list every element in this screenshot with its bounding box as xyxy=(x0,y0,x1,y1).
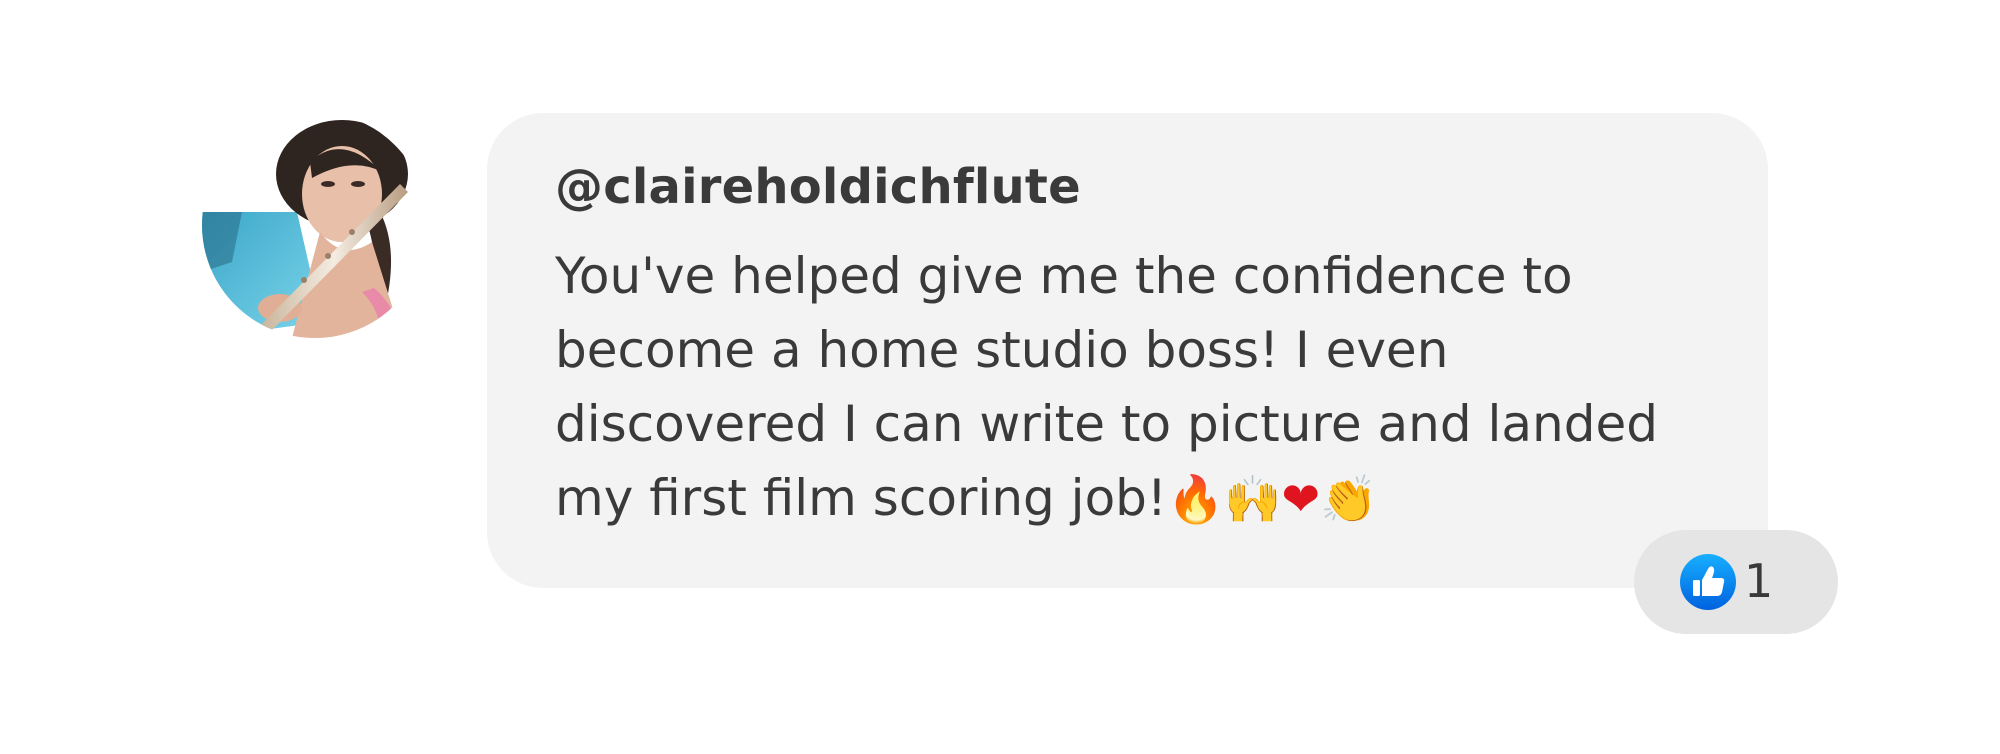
comment-bubble: @claireholdichflute You've helped give m… xyxy=(487,113,1768,588)
reaction-count: 1 xyxy=(1744,554,1774,608)
avatar[interactable] xyxy=(202,112,428,338)
raised-hands-emoji: 🙌 xyxy=(1224,472,1282,526)
fire-emoji: 🔥 xyxy=(1166,472,1225,526)
heart-emoji: ❤ xyxy=(1281,472,1321,526)
comment-author[interactable]: @claireholdichflute xyxy=(555,157,1708,217)
avatar-photo xyxy=(202,112,428,338)
reaction-count-pill[interactable]: 1 xyxy=(1634,530,1838,634)
comment-body: You've helped give me the confidence to … xyxy=(555,247,1658,527)
clapping-hands-emoji: 👏 xyxy=(1320,472,1378,526)
thumbs-up-icon xyxy=(1680,554,1736,610)
comment-text: You've helped give me the confidence to … xyxy=(555,239,1675,536)
comment-card: @claireholdichflute You've helped give m… xyxy=(0,0,2000,754)
